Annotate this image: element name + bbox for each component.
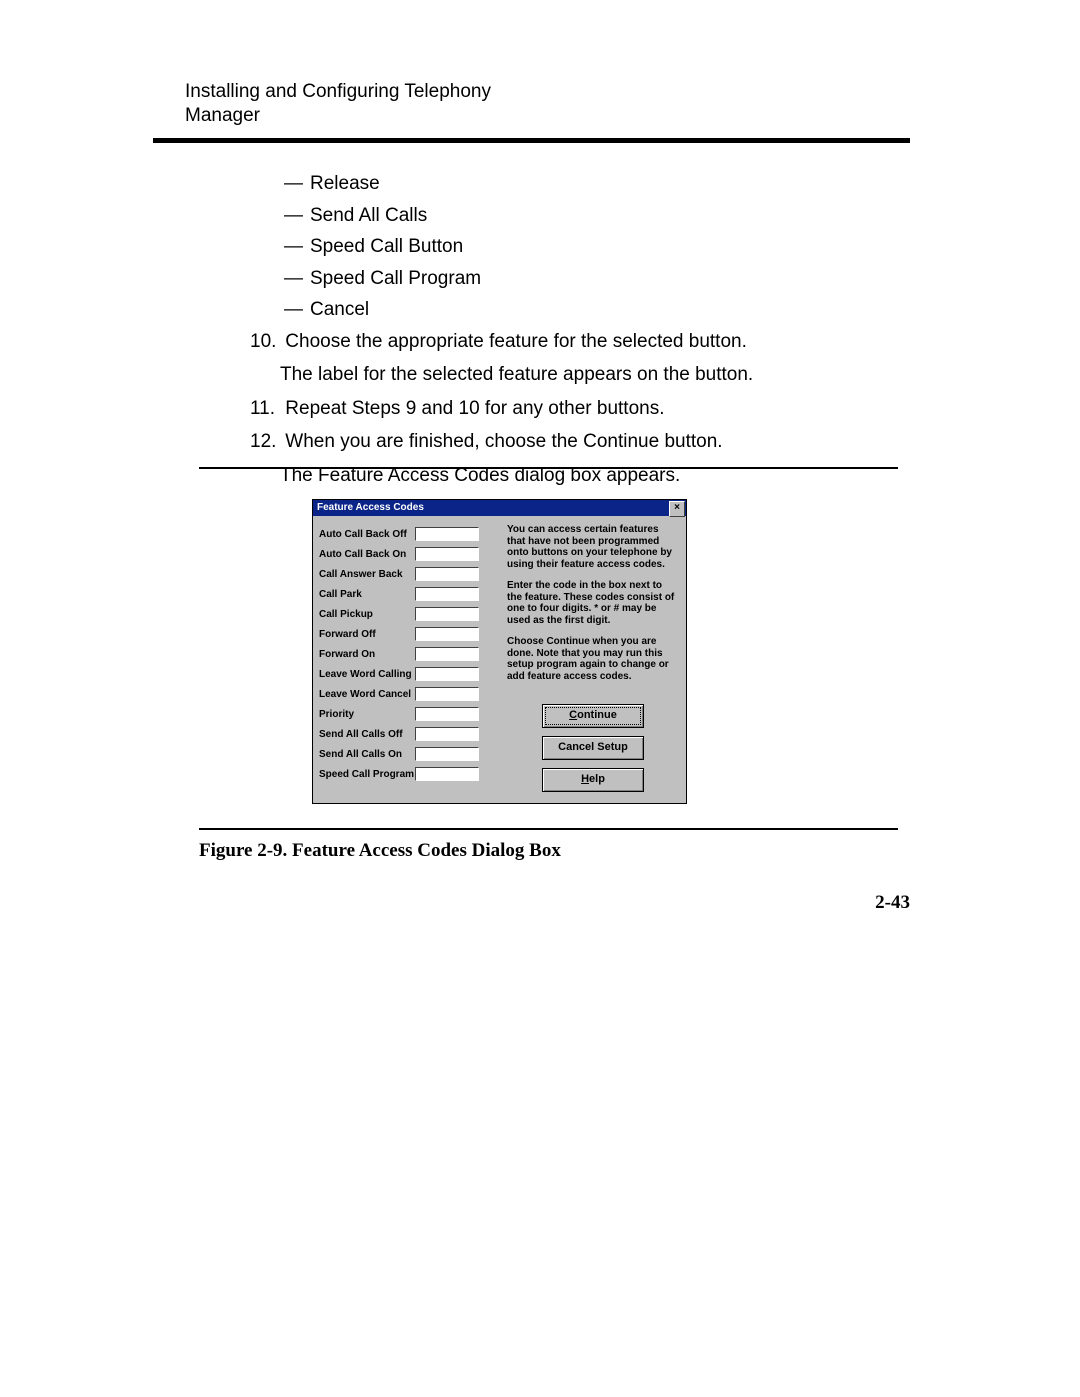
feature-code-input[interactable] <box>415 667 479 681</box>
feature-label: Speed Call Program <box>319 769 415 780</box>
feature-code-input[interactable] <box>415 767 479 781</box>
figure-rule-top <box>199 467 898 469</box>
step-text: When you are finished, choose the Contin… <box>285 428 865 456</box>
feature-label: Call Answer Back <box>319 569 415 580</box>
feature-code-input[interactable] <box>415 627 479 641</box>
feature-dash-list: —Release —Send All Calls —Speed Call But… <box>284 170 890 324</box>
numbered-steps: 10. Choose the appropriate feature for t… <box>250 328 890 490</box>
step-continuation: The label for the selected feature appea… <box>280 361 890 389</box>
feature-code-input[interactable] <box>415 527 479 541</box>
header-rule <box>153 138 910 143</box>
body-text: —Release —Send All Calls —Speed Call But… <box>250 170 890 495</box>
continue-button[interactable]: CContinueontinue <box>542 704 644 728</box>
feature-code-list: Auto Call Back Off Auto Call Back On Cal… <box>319 524 489 784</box>
feature-label: Forward Off <box>319 629 415 640</box>
feature-code-input[interactable] <box>415 647 479 661</box>
dialog-info-text: You can access certain features that hav… <box>507 524 675 692</box>
feature-label: Forward On <box>319 649 415 660</box>
feature-code-input[interactable] <box>415 607 479 621</box>
feature-code-input[interactable] <box>415 727 479 741</box>
help-button[interactable]: HelpHelp <box>542 768 644 792</box>
figure-caption: Figure 2-9. Feature Access Codes Dialog … <box>199 840 561 862</box>
step-text: Repeat Steps 9 and 10 for any other butt… <box>285 395 865 423</box>
feature-label: Auto Call Back On <box>319 549 415 560</box>
list-item: Send All Calls <box>310 205 427 226</box>
list-item: Release <box>310 173 380 194</box>
step-number: 12. <box>250 428 280 456</box>
feature-label: Auto Call Back Off <box>319 529 415 540</box>
feature-code-input[interactable] <box>415 687 479 701</box>
feature-label: Leave Word Cancel <box>319 689 415 700</box>
step-number: 10. <box>250 328 280 356</box>
feature-label: Call Park <box>319 589 415 600</box>
feature-label: Send All Calls Off <box>319 729 415 740</box>
feature-label: Send All Calls On <box>319 749 415 760</box>
step-number: 11. <box>250 395 280 423</box>
feature-access-codes-dialog: Feature Access Codes × Auto Call Back Of… <box>312 499 687 804</box>
step-text: Choose the appropriate feature for the s… <box>285 328 865 356</box>
feature-code-input[interactable] <box>415 707 479 721</box>
list-item: Speed Call Program <box>310 268 481 289</box>
feature-code-input[interactable] <box>415 747 479 761</box>
feature-code-input[interactable] <box>415 587 479 601</box>
list-item: Speed Call Button <box>310 236 463 257</box>
feature-label: Call Pickup <box>319 609 415 620</box>
list-item: Cancel <box>310 299 369 320</box>
feature-label: Leave Word Calling <box>319 669 415 680</box>
running-header: Installing and Configuring Telephony Man… <box>185 80 540 128</box>
page-number: 2-43 <box>875 892 910 914</box>
feature-code-input[interactable] <box>415 547 479 561</box>
feature-code-input[interactable] <box>415 567 479 581</box>
dialog-title: Feature Access Codes <box>317 502 424 513</box>
dialog-titlebar: Feature Access Codes × <box>313 500 686 516</box>
cancel-setup-button[interactable]: Cancel Setup <box>542 736 644 760</box>
feature-label: Priority <box>319 709 415 720</box>
close-icon[interactable]: × <box>669 501 685 517</box>
figure-rule-bottom <box>199 828 898 830</box>
